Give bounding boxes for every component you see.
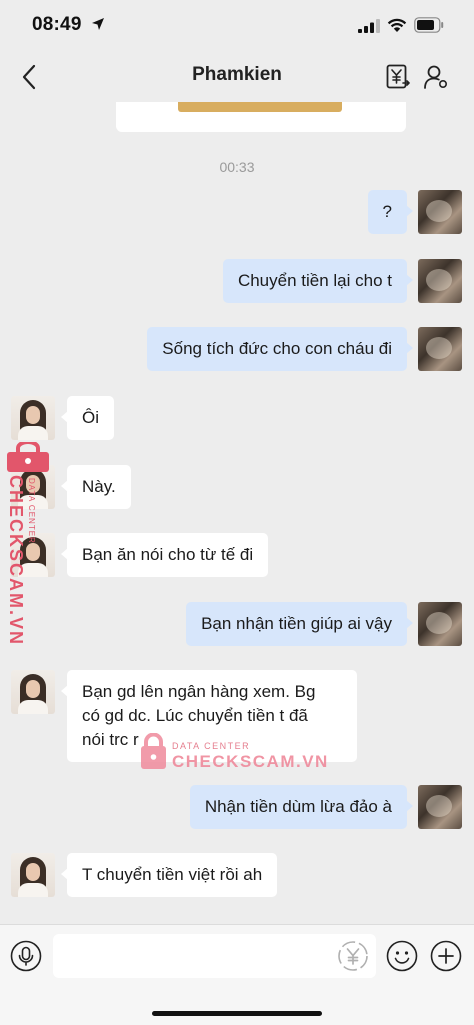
status-bar: 08:49 xyxy=(0,0,474,52)
clock: 08:49 xyxy=(32,14,82,35)
watermark-lock-icon xyxy=(7,442,49,472)
peer-avatar[interactable] xyxy=(11,853,55,897)
wifi-icon xyxy=(387,18,407,32)
message-bubble-incoming[interactable]: Này. xyxy=(61,465,131,509)
peer-avatar[interactable] xyxy=(11,670,55,714)
watermark-side-brand: CHECKSCAM.VN xyxy=(6,475,26,647)
yen-transfer-icon[interactable] xyxy=(386,64,410,90)
self-avatar[interactable] xyxy=(418,327,462,371)
message-bubble-outgoing[interactable]: Chuyển tiền lại cho t xyxy=(222,259,414,303)
self-avatar[interactable] xyxy=(418,259,462,303)
message-bubble-incoming[interactable]: Ôi xyxy=(61,396,114,440)
self-avatar[interactable] xyxy=(418,602,462,646)
self-avatar[interactable] xyxy=(418,785,462,829)
message-bubble-incoming[interactable]: Bạn ăn nói cho từ tế đi xyxy=(60,533,269,577)
card-button-fragment xyxy=(178,102,342,112)
microphone-icon[interactable] xyxy=(10,940,42,972)
battery-icon xyxy=(414,17,444,33)
message-bubble-outgoing[interactable]: ? xyxy=(367,190,414,234)
yen-icon[interactable] xyxy=(337,940,369,972)
nav-bar: Phamkien xyxy=(0,52,474,102)
self-avatar[interactable] xyxy=(418,190,462,234)
message-input[interactable] xyxy=(53,934,376,978)
user-settings-icon[interactable] xyxy=(423,64,449,90)
watermark-center-label: DATA CENTER xyxy=(172,741,251,751)
watermark-lock-icon xyxy=(141,733,166,769)
message-bubble-incoming[interactable]: T chuyển tiền việt rồi ah xyxy=(60,853,278,897)
chat-area[interactable]: 00:33 ? Chuyển tiền lại cho t Sống tích … xyxy=(0,102,474,924)
home-indicator[interactable] xyxy=(152,1011,322,1016)
location-arrow-icon xyxy=(92,18,104,30)
message-bubble-outgoing[interactable]: Nhận tiền dùm lừa đảo à xyxy=(189,785,414,829)
message-bubble-outgoing[interactable]: Bạn nhận tiền giúp ai vậy xyxy=(186,602,413,646)
chat-timestamp: 00:33 xyxy=(219,159,255,175)
watermark-side-label: DATA CENTER xyxy=(27,478,36,544)
plus-icon[interactable] xyxy=(430,940,462,972)
smiley-icon[interactable] xyxy=(386,940,418,972)
signal-icon xyxy=(358,19,380,33)
message-bubble-outgoing[interactable]: Sống tích đức cho con cháu đi xyxy=(147,327,413,371)
peer-avatar[interactable] xyxy=(11,396,55,440)
input-bar xyxy=(0,924,474,1025)
watermark-center-brand: CHECKSCAM.VN xyxy=(172,752,329,771)
previous-card-fragment xyxy=(116,102,406,132)
